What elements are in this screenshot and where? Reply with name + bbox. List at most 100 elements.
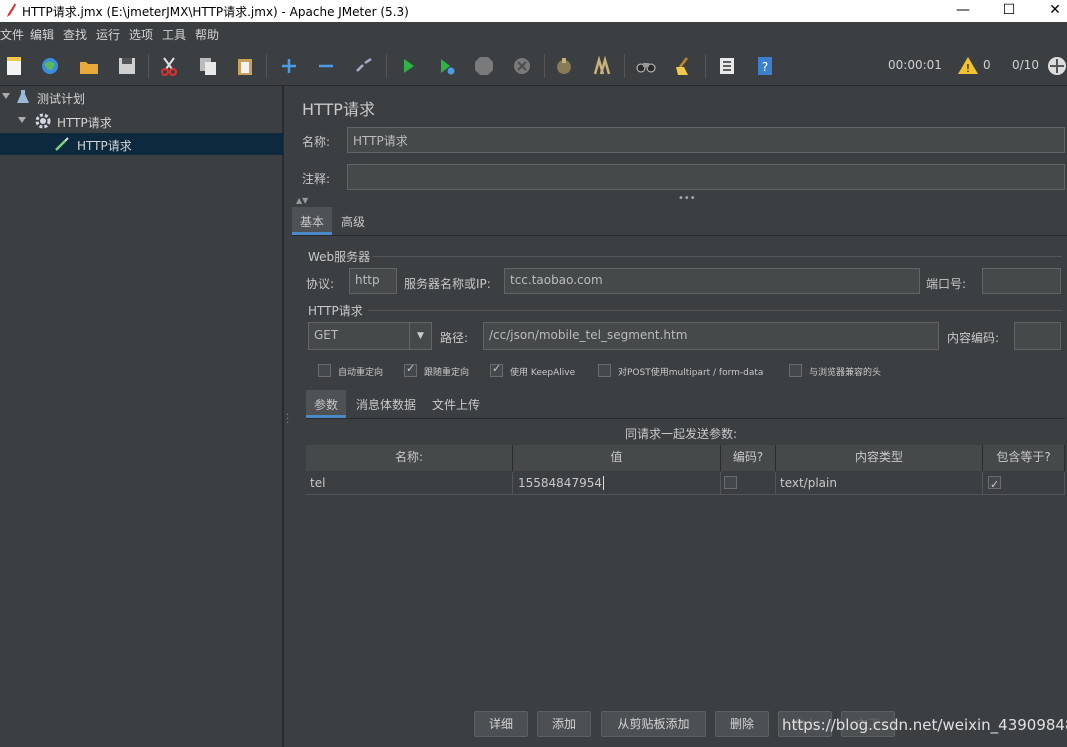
window-title: HTTP请求.jmx (E:\jmeterJMX\HTTP请求.jmx) - A… — [22, 5, 409, 19]
collapse-icon[interactable] — [313, 53, 339, 79]
auto-redirect-label: 自动重定向 — [338, 368, 384, 378]
menu-edit[interactable]: 编辑 — [30, 26, 54, 43]
name-label: 名称: — [302, 135, 331, 149]
add-from-clipboard-button[interactable]: 从剪贴板添加 — [601, 711, 706, 737]
detail-button[interactable]: 详细 — [474, 711, 528, 737]
menu-file[interactable]: 文件 — [0, 26, 24, 43]
help-icon[interactable]: ? — [752, 53, 778, 79]
follow-redirect-checkbox[interactable] — [404, 362, 417, 377]
web-server-legend: Web服务器 — [308, 250, 371, 264]
column-header-encode[interactable]: 编码? — [721, 445, 776, 471]
multipart-checkbox[interactable] — [598, 364, 611, 377]
encoding-field[interactable] — [1014, 322, 1061, 350]
include-equals-checkbox[interactable] — [988, 474, 1001, 496]
method-value: GET — [314, 328, 339, 342]
port-field[interactable] — [982, 268, 1061, 294]
search-binoculars-icon[interactable] — [633, 53, 659, 79]
watermark: https://blog.csdn.net/weixin_43909848 — [782, 716, 1067, 734]
start-no-pauses-icon[interactable] — [433, 53, 459, 79]
divider — [372, 256, 1062, 257]
method-select[interactable]: GET ▼ — [308, 322, 432, 350]
gear-icon — [35, 113, 51, 129]
tab-file-upload[interactable]: 文件上传 — [424, 390, 488, 418]
name-field[interactable]: HTTP请求 — [347, 127, 1065, 153]
clear-icon[interactable] — [551, 53, 577, 79]
body-tabs: 参数 消息体数据 文件上传 — [292, 390, 1067, 418]
column-header-content-type[interactable]: 内容类型 — [776, 445, 983, 471]
toggle-icon[interactable] — [351, 53, 377, 79]
remote-engines-icon[interactable] — [1044, 53, 1067, 79]
cut-icon[interactable] — [156, 53, 182, 79]
toolbar: ? 00:00:01 ! 0 0/10 — [0, 46, 1067, 86]
divider — [368, 310, 1062, 311]
param-include-equals-cell[interactable] — [983, 472, 1065, 496]
path-field[interactable]: /cc/json/mobile_tel_segment.htm — [483, 322, 939, 350]
shutdown-icon[interactable] — [509, 53, 535, 79]
column-header-value[interactable]: 值 — [513, 445, 721, 471]
keepalive-checkbox[interactable] — [490, 362, 503, 377]
tree-node-http-sampler[interactable]: HTTP请求 — [0, 133, 283, 155]
paste-icon[interactable] — [232, 53, 258, 79]
params-caption: 同请求一起发送参数: — [625, 427, 738, 441]
flask-icon — [17, 90, 29, 103]
minimize-button[interactable]: — — [940, 0, 986, 22]
menu-run[interactable]: 运行 — [96, 26, 120, 43]
start-icon[interactable] — [395, 53, 421, 79]
add-button[interactable]: 添加 — [537, 711, 591, 737]
close-button[interactable]: ✕ — [1032, 0, 1067, 22]
save-icon[interactable] — [114, 53, 140, 79]
menu-search[interactable]: 查找 — [63, 26, 87, 43]
tree-node-test-plan[interactable]: 测试计划 — [0, 86, 283, 108]
divider[interactable]: ▲▼ ••• — [292, 193, 1067, 205]
elapsed-timer: 00:00:01 — [888, 58, 942, 72]
open-icon[interactable] — [76, 53, 102, 79]
auto-redirect-checkbox[interactable] — [318, 364, 331, 377]
tree-label: 测试计划 — [37, 92, 86, 106]
encode-checkbox[interactable] — [724, 476, 737, 489]
svg-text:!: ! — [966, 62, 970, 75]
tab-body-data[interactable]: 消息体数据 — [348, 390, 424, 418]
protocol-field[interactable]: http — [349, 268, 397, 294]
menu-options[interactable]: 选项 — [129, 26, 153, 43]
expand-icon[interactable] — [276, 53, 302, 79]
copy-icon[interactable] — [195, 53, 221, 79]
follow-redirect-label: 跟随重定向 — [424, 368, 470, 378]
main-tabs: 基本 高级 — [292, 207, 1067, 235]
tab-parameters[interactable]: 参数 — [306, 390, 347, 418]
delete-button[interactable]: 删除 — [715, 711, 769, 737]
warning-icon[interactable]: ! — [955, 53, 981, 79]
clear-all-icon[interactable] — [589, 53, 615, 79]
column-header-include-equals[interactable]: 包含等于? — [983, 445, 1065, 471]
templates-icon[interactable] — [37, 53, 63, 79]
chevron-down-icon[interactable]: ▼ — [409, 323, 431, 349]
active-threads: 0/10 — [1012, 58, 1039, 72]
stop-icon[interactable] — [471, 53, 497, 79]
param-name-cell[interactable]: tel — [306, 472, 513, 495]
tab-basic[interactable]: 基本 — [292, 207, 333, 235]
param-value: 15584847954 — [518, 476, 602, 490]
multipart-label: 对POST使用multipart / form-data — [618, 368, 764, 378]
reset-search-broom-icon[interactable] — [670, 53, 696, 79]
panel-splitter[interactable]: · · · — [283, 86, 292, 747]
tab-advanced[interactable]: 高级 — [333, 207, 373, 235]
port-label: 端口号: — [926, 277, 967, 291]
server-field[interactable]: tcc.taobao.com — [504, 268, 920, 294]
http-request-legend: HTTP请求 — [308, 304, 363, 318]
comment-field[interactable] — [347, 164, 1065, 190]
menu-help[interactable]: 帮助 — [195, 26, 219, 43]
column-header-name[interactable]: 名称: — [306, 445, 513, 471]
encoding-label: 内容编码: — [947, 331, 1000, 345]
param-content-type-cell[interactable]: text/plain — [776, 472, 983, 495]
menu-tools[interactable]: 工具 — [162, 26, 186, 43]
tree-node-thread-group[interactable]: HTTP请求 — [0, 110, 283, 132]
browser-headers-checkbox[interactable] — [789, 364, 802, 377]
title-bar: HTTP请求.jmx (E:\jmeterJMX\HTTP请求.jmx) - A… — [0, 0, 1067, 22]
maximize-button[interactable]: ☐ — [986, 0, 1032, 22]
new-icon[interactable] — [1, 53, 27, 79]
http-sampler-panel: HTTP请求 名称: HTTP请求 注释: ▲▼ ••• 基本 高级 Web服务… — [292, 86, 1067, 747]
param-value-cell[interactable]: 15584847954 — [513, 472, 721, 495]
param-encode-cell[interactable] — [721, 472, 776, 495]
function-helper-icon[interactable] — [714, 53, 740, 79]
svg-text:?: ? — [762, 60, 768, 74]
protocol-label: 协议: — [306, 277, 335, 291]
